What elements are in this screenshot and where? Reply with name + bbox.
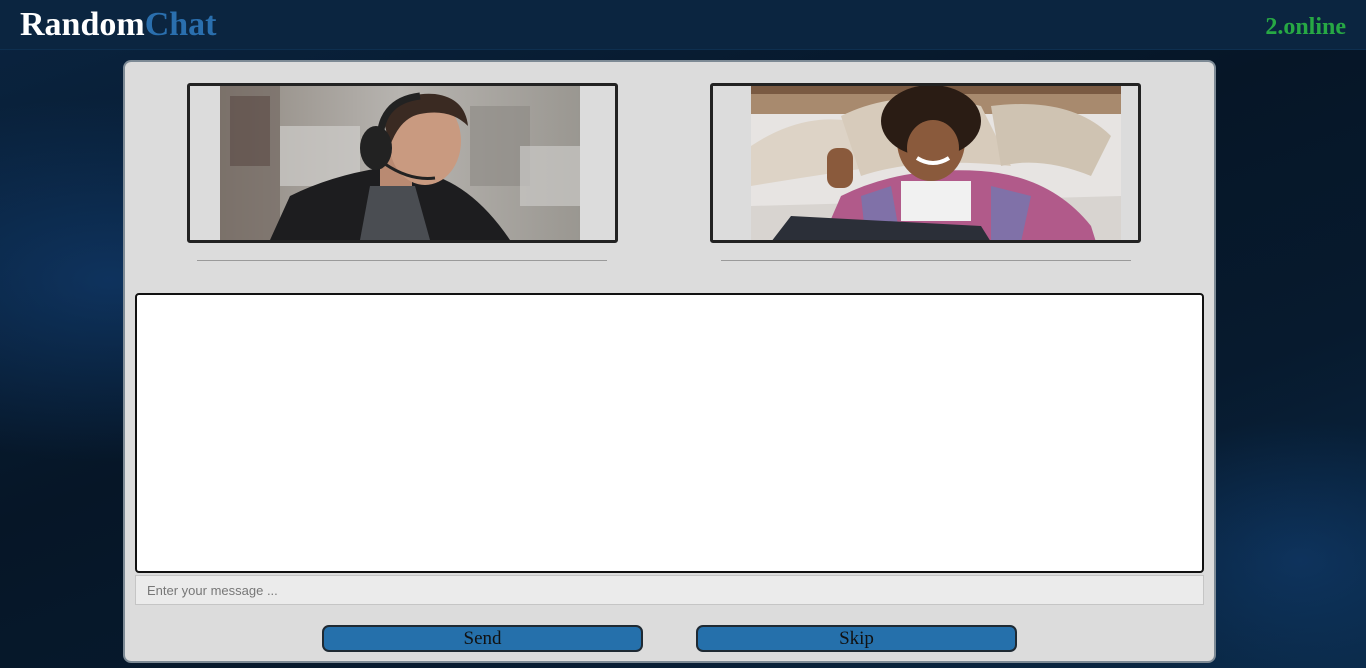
logo-chat: Chat [144, 6, 217, 43]
local-video [187, 83, 618, 243]
logo-random: Random [20, 6, 145, 43]
chat-panel: Send Skip [123, 60, 1216, 663]
chat-messages-area[interactable] [135, 293, 1204, 573]
send-button[interactable]: Send [322, 625, 643, 652]
local-divider [197, 260, 607, 261]
remote-divider [721, 260, 1131, 261]
online-count: 2.online [1265, 14, 1346, 40]
app-logo[interactable]: RandomChat [20, 5, 217, 45]
message-input[interactable] [135, 575, 1204, 605]
top-bar: RandomChat 2.online [0, 0, 1366, 50]
remote-video [710, 83, 1141, 243]
person-waving-image [751, 86, 1121, 240]
person-with-headset-image [220, 86, 580, 240]
skip-button[interactable]: Skip [696, 625, 1017, 652]
